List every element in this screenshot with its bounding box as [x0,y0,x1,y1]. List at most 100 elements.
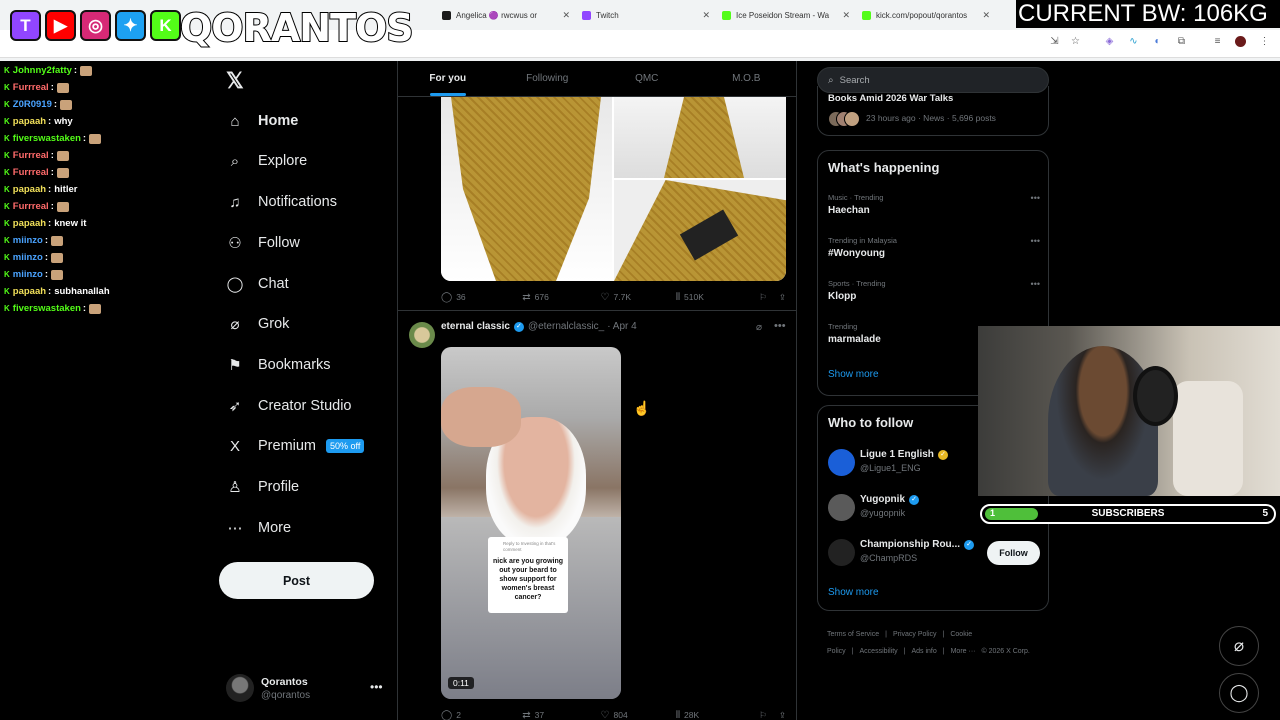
extension-icon[interactable]: ◐ [1152,36,1163,47]
extensions-puzzle-icon[interactable]: ⧉ [1176,36,1187,47]
chat-username[interactable]: papaah [13,286,46,297]
social-icons: T ▶ ◎ ✦ K [10,10,181,41]
chat-username[interactable]: Johnny2fatty [13,65,72,76]
x-logo-icon[interactable]: 𝕏 [226,68,244,94]
footer-link[interactable]: Privacy Policy [893,631,937,638]
bookmark-icon[interactable]: ⚐ [759,710,779,720]
views-button[interactable]: ⫴ 28K [676,710,759,720]
post-button[interactable]: Post [219,562,374,599]
footer-link[interactable]: More ··· [951,648,976,655]
share-icon[interactable]: ⇪ [779,710,786,720]
news-card[interactable]: Books Amid 2026 War Talks 23 hours ago ·… [817,86,1049,136]
tie-photo[interactable] [614,180,786,281]
repost-button[interactable]: ⇄ 37 [522,710,600,720]
tab-qmc[interactable]: QMC [597,61,697,96]
footer-link[interactable]: Accessibility [860,648,898,655]
browser-tab[interactable]: Ice Poseidon Stream - Wa ✕ [716,4,856,26]
close-icon[interactable]: ✕ [702,10,710,21]
nav-item-profile[interactable]: ♙ Profile [226,473,299,501]
close-icon[interactable]: ✕ [562,10,570,21]
more-icon[interactable]: ••• [1031,279,1040,289]
reading-list-icon[interactable]: ≡ [1212,36,1223,47]
chat-username[interactable]: fiverswastaken [13,303,81,314]
chat-username[interactable]: papaah [13,218,46,229]
chat-message: Kmiinzo: [0,232,200,249]
chat-username[interactable]: papaah [13,184,46,195]
reply-button[interactable]: ◯ 2 [441,710,522,720]
nav-item-creator-studio[interactable]: ➶ Creator Studio [226,392,352,420]
repost-button[interactable]: ⇄ 676 [522,292,600,303]
show-more-link[interactable]: Show more [828,369,879,380]
nav-item-premium[interactable]: X Premium 50% off [226,432,365,460]
more-icon[interactable]: ••• [1031,236,1040,246]
profile-avatar-icon[interactable] [1235,36,1246,47]
bookmark-star-icon[interactable]: ☆ [1070,36,1081,47]
chat-username[interactable]: Z0R0919 [13,99,52,110]
tweet-author-handle[interactable]: @eternalclassic_ [528,321,604,332]
nav-item-explore[interactable]: ⌕ Explore [226,147,307,175]
nav-item-notifications[interactable]: ♫ Notifications [226,188,337,216]
chat-username[interactable]: Furrreal [13,167,49,178]
chat-username[interactable]: miinzo [13,235,43,246]
grok-icon: ⌀ [230,316,240,333]
chat-username[interactable]: Furrreal [13,201,49,212]
chat-username[interactable]: fiverswastaken [13,133,81,144]
avatar[interactable] [409,322,435,348]
nav-item-chat[interactable]: ◯ Chat [226,270,289,298]
heart-icon: ♡ [600,291,610,303]
close-icon[interactable]: ✕ [982,10,990,21]
tweet-date[interactable]: · Apr 4 [607,321,636,332]
more-icon[interactable]: ••• [774,320,786,332]
trend-item[interactable]: Sports · Trending Klopp ••• [828,279,1040,309]
more-icon[interactable]: ••• [370,680,383,694]
tab-following[interactable]: Following [498,61,598,96]
tweet-author-name[interactable]: eternal classic [441,321,510,332]
chat-fab-icon[interactable]: ◯ [1219,673,1259,713]
footer-link[interactable]: © 2026 X Corp. [981,648,1029,655]
chat-username[interactable]: Furrreal [13,82,49,93]
avatar[interactable] [828,494,855,521]
tweet-media-grid[interactable] [441,97,786,281]
footer-link[interactable]: Ads info [911,648,936,655]
tweet-video[interactable]: Reply to Investing in that's comment nic… [441,347,621,699]
chat-username[interactable]: papaah [13,116,46,127]
browser-tab[interactable]: kick.com/popout/qorantos ✕ [856,4,996,26]
extension-icon[interactable]: ∿ [1128,36,1139,47]
reply-button[interactable]: ◯ 36 [441,292,522,303]
nav-item-bookmarks[interactable]: ⚑ Bookmarks [226,351,330,379]
views-button[interactable]: ⫴ 510K [676,292,759,303]
trend-item[interactable]: Trending in Malaysia #Wonyoung ••• [828,236,1040,266]
share-icon[interactable]: ⇪ [779,292,786,303]
kebab-menu-icon[interactable]: ⋮ [1259,36,1270,47]
follow-button[interactable]: Follow [987,541,1040,565]
browser-tab[interactable]: Angelica 🟣 rwcwus or ✕ [436,4,576,26]
news-avatars [828,111,860,127]
install-icon[interactable]: ⇲ [1049,36,1060,47]
account-switcher[interactable]: Qorantos @qorantos ••• [226,674,386,704]
trend-item[interactable]: Music · Trending Haechan ••• [828,193,1040,223]
grok-icon[interactable]: ⌀ [756,322,762,333]
tie-photo[interactable] [614,97,786,178]
nav-item-grok[interactable]: ⌀ Grok [226,310,289,338]
chat-username[interactable]: miinzo [13,252,43,263]
chat-username[interactable]: miinzo [13,269,43,280]
avatar[interactable] [828,539,855,566]
avatar[interactable] [828,449,855,476]
like-button[interactable]: ♡ 804 [601,710,676,720]
browser-tab[interactable]: Twitch ✕ [576,4,716,26]
tab-for-you[interactable]: For you [398,61,498,96]
chat-username[interactable]: Furrreal [13,150,49,161]
nav-item-more[interactable]: ⋯ More [226,514,292,542]
nav-item-home[interactable]: ⌂ Home [226,107,298,135]
show-more-link[interactable]: Show more [828,587,879,598]
like-button[interactable]: ♡ 7.7K [601,292,676,303]
grok-fab-icon[interactable]: ⌀ [1219,626,1259,666]
tab-mob[interactable]: M.O.B [697,61,797,96]
tie-photo[interactable] [441,97,612,281]
extension-icon[interactable]: ◈ [1104,36,1115,47]
footer-link[interactable]: Terms of Service [827,631,879,638]
bookmark-icon[interactable]: ⚐ [759,292,779,303]
nav-item-follow[interactable]: ⚇ Follow [226,229,300,257]
close-icon[interactable]: ✕ [842,10,850,21]
more-icon[interactable]: ••• [1031,193,1040,203]
